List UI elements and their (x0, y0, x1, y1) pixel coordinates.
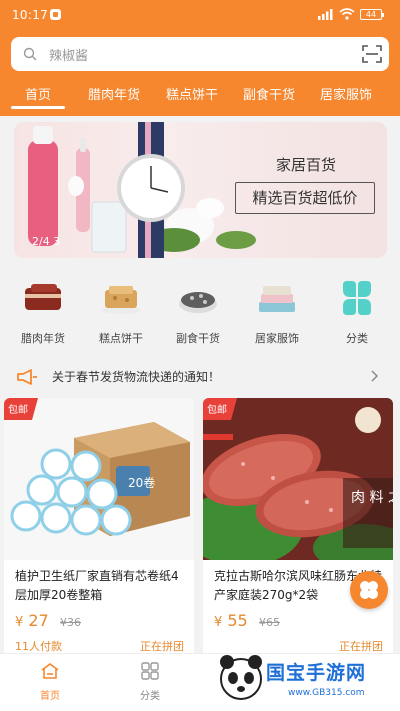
product-old-price: ¥65 (259, 616, 280, 629)
category-all[interactable]: 分类 (325, 280, 389, 346)
product-title: 植护卫生纸厂家直销有芯卷纸4层加厚20卷整箱 (15, 569, 179, 602)
home-icon (41, 663, 59, 679)
dried-goods-icon (179, 292, 217, 313)
banner-title: 家居百货 (276, 156, 337, 174)
category-pastry[interactable]: 糕点饼干 (89, 280, 153, 346)
megaphone-icon (17, 369, 37, 385)
tab-dried-goods[interactable]: 副食干货 (243, 84, 295, 103)
clover-icon (360, 581, 378, 599)
site-watermark: 国宝手游网 www.GB315.com (218, 648, 398, 708)
category-label: 居家服饰 (255, 332, 299, 345)
product-card[interactable]: 20卷 包邮 植护卫生纸厂家直销有芯卷纸4层加厚20卷整箱 ¥ 27 ¥36 1… (4, 398, 194, 660)
watermark-url: www.GB315.com (288, 688, 365, 698)
search-input[interactable]: 辣椒酱 (49, 45, 88, 64)
category-label: 糕点饼干 (99, 332, 143, 345)
tab-home-clothing[interactable]: 居家服饰 (320, 84, 372, 103)
free-shipping-badge: 包邮 (203, 398, 237, 420)
nav-label: 首页 (40, 691, 60, 702)
bacon-icon (25, 284, 61, 310)
group-buy-status: 正在拼团 (140, 640, 184, 653)
category-label: 腊肉年货 (21, 332, 65, 345)
svg-text:包邮: 包邮 (207, 403, 227, 416)
category-label: 副食干货 (176, 332, 220, 345)
image-overlay-text: 肉 料 之 (351, 490, 393, 506)
category-bacon[interactable]: 腊肉年货 (11, 280, 75, 346)
category-tabs: 首页 腊肉年货 糕点饼干 副食干货 居家服饰 (0, 78, 400, 112)
search-bar[interactable]: 辣椒酱 (11, 37, 389, 71)
signal-icon (318, 9, 333, 20)
tab-bacon[interactable]: 腊肉年货 (88, 84, 140, 103)
product-card[interactable]: 肉 料 之 包邮 克拉古斯哈尔滨风味红肠东北特产家庭装270g*2袋 ¥ 55 … (203, 398, 393, 660)
banner-page-indicator: 2/4 3 (32, 235, 61, 248)
tab-home[interactable]: 首页 (10, 84, 66, 109)
product-paid-count: 11人付款 (15, 640, 62, 653)
app-screen: 10:17 44 辣椒酱 首页 腊肉年货 糕点饼干 副食干货 居家服饰 家居百货… (0, 0, 400, 711)
product-image: 肉 料 之 (203, 398, 393, 560)
notice-bar[interactable]: 关于春节发货物流快递的通知！ (0, 360, 400, 392)
biscuit-icon (101, 286, 141, 314)
notice-text: 关于春节发货物流快递的通知！ (52, 370, 221, 384)
clothing-icon (259, 286, 295, 312)
wifi-icon (339, 8, 355, 20)
app-notification-icon (50, 9, 61, 20)
scan-icon[interactable] (362, 45, 382, 63)
svg-text:包邮: 包邮 (8, 403, 28, 416)
category-fab-button[interactable] (350, 571, 388, 609)
category-clover-icon (343, 281, 371, 315)
promo-banner[interactable]: 家居百货 精选百货超低价 2/4 3 (14, 122, 387, 258)
grid-icon (141, 662, 159, 680)
banner-subtitle: 精选百货超低价 (235, 182, 375, 214)
watermark-name: 国宝手游网 (266, 662, 367, 684)
category-dried-goods[interactable]: 副食干货 (166, 280, 230, 346)
free-shipping-badge: 包邮 (4, 398, 38, 420)
header: 10:17 44 辣椒酱 首页 腊肉年货 糕点饼干 副食干货 居家服饰 (0, 0, 400, 116)
search-icon (23, 47, 37, 61)
category-shortcuts: 腊肉年货 糕点饼干 副食干货 居家服饰 分类 (0, 280, 400, 348)
battery-icon: 44 (360, 9, 384, 20)
tab-pastry[interactable]: 糕点饼干 (166, 84, 218, 103)
category-home-clothing[interactable]: 居家服饰 (245, 280, 309, 346)
product-price: ¥ 55 (214, 611, 248, 630)
product-old-price: ¥36 (60, 616, 81, 629)
product-image: 20卷 (4, 398, 194, 560)
chevron-right-icon (371, 370, 379, 382)
status-bar: 10:17 44 (0, 0, 400, 30)
category-label: 分类 (346, 332, 368, 345)
status-time: 10:17 (12, 8, 49, 22)
box-label: 20卷 (128, 475, 155, 490)
product-price: ¥ 27 (15, 611, 49, 630)
panda-logo-icon (220, 655, 262, 700)
nav-home[interactable]: 首页 (20, 662, 80, 702)
nav-category[interactable]: 分类 (120, 662, 180, 702)
nav-label: 分类 (140, 691, 160, 702)
